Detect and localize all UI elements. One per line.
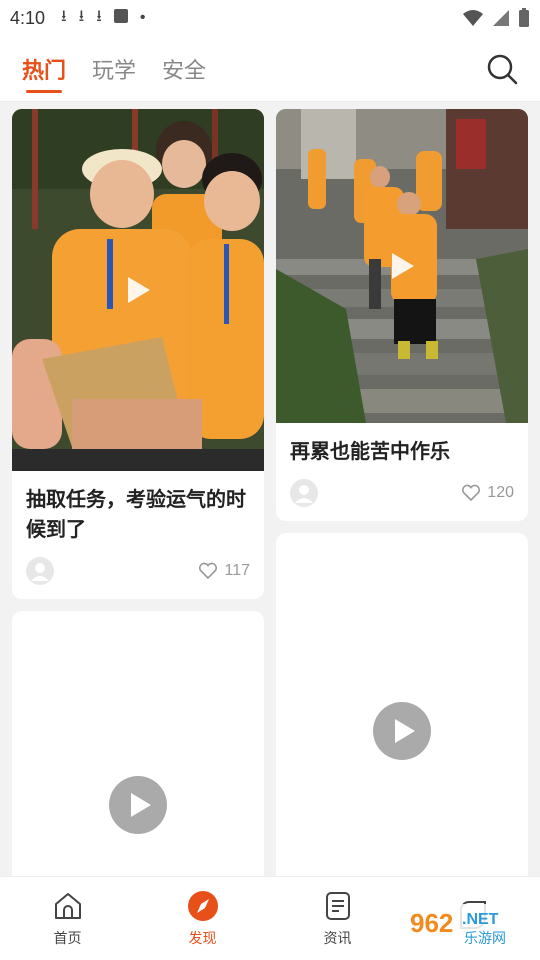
- download-icon: ⭳: [96, 7, 102, 25]
- heart-icon: [462, 484, 481, 502]
- video-card[interactable]: 再累也能苦中作乐 120: [276, 109, 528, 521]
- like-count: 117: [224, 562, 250, 579]
- video-feed[interactable]: 抽取任务，考验运气的时候到了 117 再累也能苦中作乐 120: [0, 103, 540, 876]
- wifi-icon: [463, 10, 483, 26]
- notification-dot-icon: •: [139, 9, 146, 26]
- card-meta: 120: [276, 473, 528, 521]
- download-icon: ⭳: [78, 7, 85, 25]
- user-icon: [295, 485, 313, 503]
- video-card[interactable]: 抽取任务，考验运气的时候到了 117: [12, 109, 264, 599]
- nav-label: 首页: [53, 929, 82, 946]
- heart-icon: [199, 562, 218, 580]
- nav-news[interactable]: 资讯: [270, 877, 405, 960]
- video-title[interactable]: 再累也能苦中作乐: [276, 423, 528, 473]
- category-tabs: 热门 玩学 安全: [0, 36, 540, 102]
- play-icon[interactable]: [122, 274, 154, 306]
- like-count: 120: [487, 484, 514, 501]
- tab-safety[interactable]: 安全: [162, 53, 206, 85]
- play-button[interactable]: [373, 702, 431, 760]
- feed-column-right: 再累也能苦中作乐 120: [276, 109, 528, 876]
- watermark-site: 乐游网: [464, 931, 506, 947]
- watermark-number: 962: [410, 908, 453, 938]
- card-meta: 117: [12, 551, 264, 599]
- video-card-loading[interactable]: [276, 533, 528, 876]
- nav-label: 发现: [188, 929, 217, 946]
- video-thumbnail[interactable]: [276, 109, 528, 423]
- status-time: 4:10: [10, 7, 46, 28]
- compass-icon: [187, 890, 218, 921]
- watermark-net: .NET: [462, 911, 499, 928]
- like-control[interactable]: 117: [198, 562, 250, 580]
- video-thumbnail[interactable]: [12, 109, 264, 471]
- video-title[interactable]: 抽取任务，考验运气的时候到了: [12, 471, 264, 551]
- video-card-loading[interactable]: [12, 611, 264, 876]
- home-icon: [54, 892, 81, 919]
- search-icon[interactable]: [486, 53, 518, 85]
- keyboard-a-icon: [113, 8, 128, 28]
- play-icon[interactable]: [386, 250, 418, 282]
- play-button[interactable]: [109, 776, 167, 834]
- nav-home[interactable]: 首页: [0, 877, 135, 960]
- battery-icon: [519, 8, 529, 27]
- nav-label: 资讯: [323, 929, 352, 946]
- status-bar: 4:10 ⭳ ⭳ ⭳ •: [0, 0, 540, 36]
- feed-column-left: 抽取任务，考验运气的时候到了 117: [12, 109, 264, 876]
- site-watermark-logo: 962 .NET 乐游网: [402, 900, 532, 952]
- document-icon: [325, 891, 350, 920]
- like-control[interactable]: 120: [461, 484, 514, 502]
- download-icon: ⭳: [61, 7, 67, 25]
- user-icon: [31, 563, 49, 581]
- tab-play-learn[interactable]: 玩学: [92, 53, 136, 85]
- avatar[interactable]: [290, 479, 318, 507]
- signal-icon: [493, 10, 509, 26]
- tab-hot[interactable]: 热门: [22, 53, 66, 93]
- nav-discover[interactable]: 发现: [135, 877, 270, 960]
- avatar[interactable]: [26, 557, 54, 585]
